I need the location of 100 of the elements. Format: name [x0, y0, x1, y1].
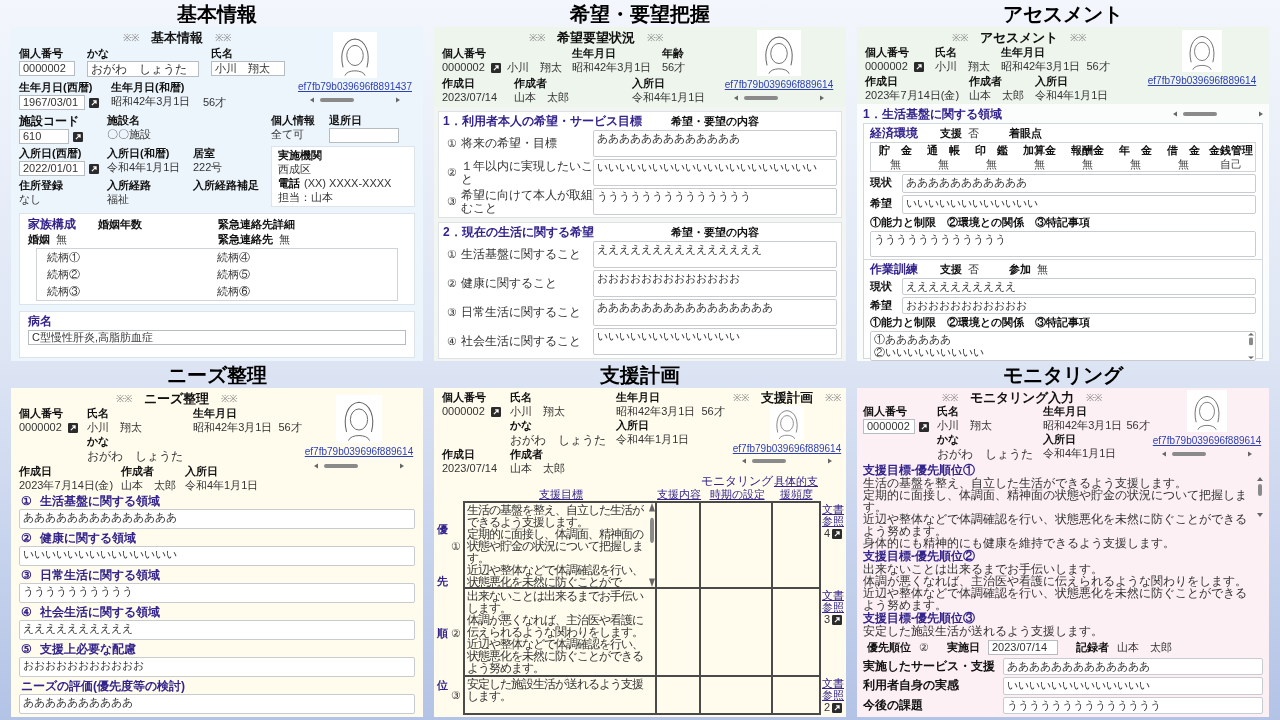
horizontal-scrollbar[interactable]: [1162, 451, 1252, 457]
horizontal-scrollbar[interactable]: [1173, 110, 1263, 117]
field-label: 入所経路: [107, 179, 151, 192]
text-area[interactable]: おおおおおおおおおおお: [19, 657, 415, 677]
input-field[interactable]: 小川 翔太: [211, 61, 285, 76]
square-arrow-icon[interactable]: [73, 131, 83, 142]
text-area[interactable]: あああああああああああああ: [593, 130, 837, 157]
field-value: 山本 太郎: [1117, 641, 1172, 654]
table-cell: 自己: [1220, 157, 1242, 171]
avatar-drawing: [770, 406, 804, 440]
field-label: 入所経路補足: [193, 179, 259, 193]
square-arrow-icon[interactable]: [490, 62, 501, 73]
section-title: 2．現在の生活に関する希望: [443, 225, 594, 239]
field-label: 支援: [940, 126, 962, 140]
text-area[interactable]: あああああああああああああ: [1003, 658, 1263, 676]
photo-id-link[interactable]: ef7fb79b039696f889614: [732, 443, 842, 455]
section-title: 1．利用者本人の希望・サービス目標: [443, 114, 642, 128]
input-field[interactable]: [329, 128, 399, 143]
field-label: 氏名: [87, 407, 109, 420]
photo-id-link[interactable]: ef7fb79b039696f889614: [1152, 435, 1262, 447]
field-label: 希望: [870, 197, 892, 211]
photo-id-link[interactable]: ef7fb79b039696f8891437: [298, 81, 412, 93]
text-area[interactable]: うううううううううううううう: [1003, 696, 1263, 714]
square-arrow-icon[interactable]: [490, 406, 501, 417]
slide-caption: 希望・要望把握: [570, 3, 710, 25]
square-arrow-icon[interactable]: [832, 528, 843, 539]
field-label: 個人番号: [442, 47, 486, 60]
input-field[interactable]: C型慢性肝炎,高脂肪血症: [28, 330, 406, 345]
horizontal-scrollbar[interactable]: [310, 97, 400, 103]
field-label: 個人番号: [863, 405, 907, 418]
section-title: ②: [21, 531, 32, 545]
field-value: 昭和42年3月1日: [1001, 60, 1081, 73]
square-arrow-icon[interactable]: [89, 163, 99, 174]
input-field[interactable]: 0000002: [863, 419, 915, 434]
square-arrow-icon[interactable]: [67, 422, 78, 433]
field-label: 年齢: [662, 47, 684, 60]
form-title: ニーズ整理: [143, 391, 209, 406]
square-arrow-icon[interactable]: [919, 421, 929, 432]
field-value: 全て可: [271, 128, 304, 141]
field-value: 健康に関すること: [461, 277, 557, 290]
horizontal-scrollbar[interactable]: [314, 463, 404, 469]
field-value: 0000002: [442, 61, 485, 74]
horizontal-scrollbar[interactable]: [734, 95, 824, 101]
field-value: 小川 翔太: [510, 405, 565, 418]
text-area[interactable]: ああああああああああああああ: [19, 509, 415, 529]
text-area[interactable]: おおおおおおおおおおおおお: [593, 270, 837, 297]
square-arrow-icon[interactable]: [832, 614, 843, 625]
column-header: モニタリング: [701, 475, 773, 488]
square-arrow-icon[interactable]: [913, 61, 924, 72]
horizontal-scrollbar[interactable]: [742, 458, 832, 464]
text-area[interactable]: いいいいいいいいいいいい: [902, 195, 1256, 214]
text-area[interactable]: いいいいいいいいいいいいい: [1003, 677, 1263, 695]
text-area[interactable]: えええええええええええええええ: [593, 241, 837, 268]
text-area[interactable]: ①ああああああ ②いいいいいいいいい: [870, 331, 1256, 361]
text-area[interactable]: ええええええええええ: [902, 278, 1256, 295]
text-area[interactable]: いいいいいいいいいいいいいい: [19, 546, 415, 566]
input-field[interactable]: 2022/01/01: [19, 161, 85, 176]
text-area[interactable]: うううううううううううううう: [593, 188, 837, 215]
square-arrow-icon[interactable]: [89, 97, 99, 108]
field-value: 令和4年1月1日: [632, 91, 706, 104]
text-area[interactable]: ああああああああああ: [19, 694, 415, 714]
text-area[interactable]: ええええええええええ: [19, 620, 415, 640]
input-field[interactable]: 0000002: [19, 61, 75, 76]
text-area[interactable]: あああああああああああ: [902, 174, 1256, 193]
input-field[interactable]: おがわ しょうた: [87, 61, 199, 77]
field-label: 生年月日: [1043, 405, 1087, 418]
reference-marks: ※※: [215, 31, 231, 44]
photo-id-link[interactable]: ef7fb79b039696f889614: [724, 79, 834, 91]
field-label: 希望・要望の内容: [671, 226, 759, 239]
field-label: 個人番号: [19, 47, 63, 60]
field-value: おがわ しょうた: [87, 449, 183, 463]
text-area[interactable]: いいいいいいいいいいいいいいいいいいいい: [593, 159, 837, 186]
input-field[interactable]: 1967/03/01: [19, 95, 85, 110]
document-link[interactable]: 文書参照: [821, 589, 845, 613]
vertical-scrollbar[interactable]: [1257, 477, 1263, 517]
input-field[interactable]: 2023/07/14: [988, 640, 1058, 655]
field-value: 福祉: [107, 193, 129, 206]
form-title: 基本情報: [151, 30, 203, 45]
input-field[interactable]: 610: [19, 129, 69, 144]
text-area[interactable]: うううううううううう: [19, 583, 415, 603]
document-link[interactable]: 文書参照: [821, 677, 845, 701]
field-value: 昭和42年3月1日: [572, 61, 652, 74]
text-area[interactable]: うううううううううううう: [870, 231, 1256, 257]
field-label: 生年月日: [193, 407, 237, 420]
text-area[interactable]: ああああああああああああああああ: [593, 299, 837, 326]
photo-id-link[interactable]: ef7fb79b039696f889614: [1147, 75, 1257, 87]
reference-marks: ※※: [123, 31, 139, 44]
field-label: 着眼点: [1009, 126, 1042, 140]
text-area[interactable]: おおおおおおおおおおお: [902, 297, 1256, 314]
reference-marks: ※※: [115, 392, 132, 405]
column-header: 具体的支援頻度: [773, 475, 819, 501]
field-value: 否: [968, 126, 979, 140]
field-value: ③: [447, 195, 457, 208]
vertical-scrollbar[interactable]: [649, 503, 655, 587]
text-area[interactable]: いいいいいいいいいいいいい: [593, 328, 837, 355]
square-arrow-icon[interactable]: [832, 702, 843, 713]
vertical-scrollbar[interactable]: [1248, 333, 1254, 359]
section-title: 経済環境: [870, 126, 918, 140]
photo-id-link[interactable]: ef7fb79b039696f889614: [304, 446, 414, 458]
document-link[interactable]: 文書参照: [821, 503, 845, 527]
